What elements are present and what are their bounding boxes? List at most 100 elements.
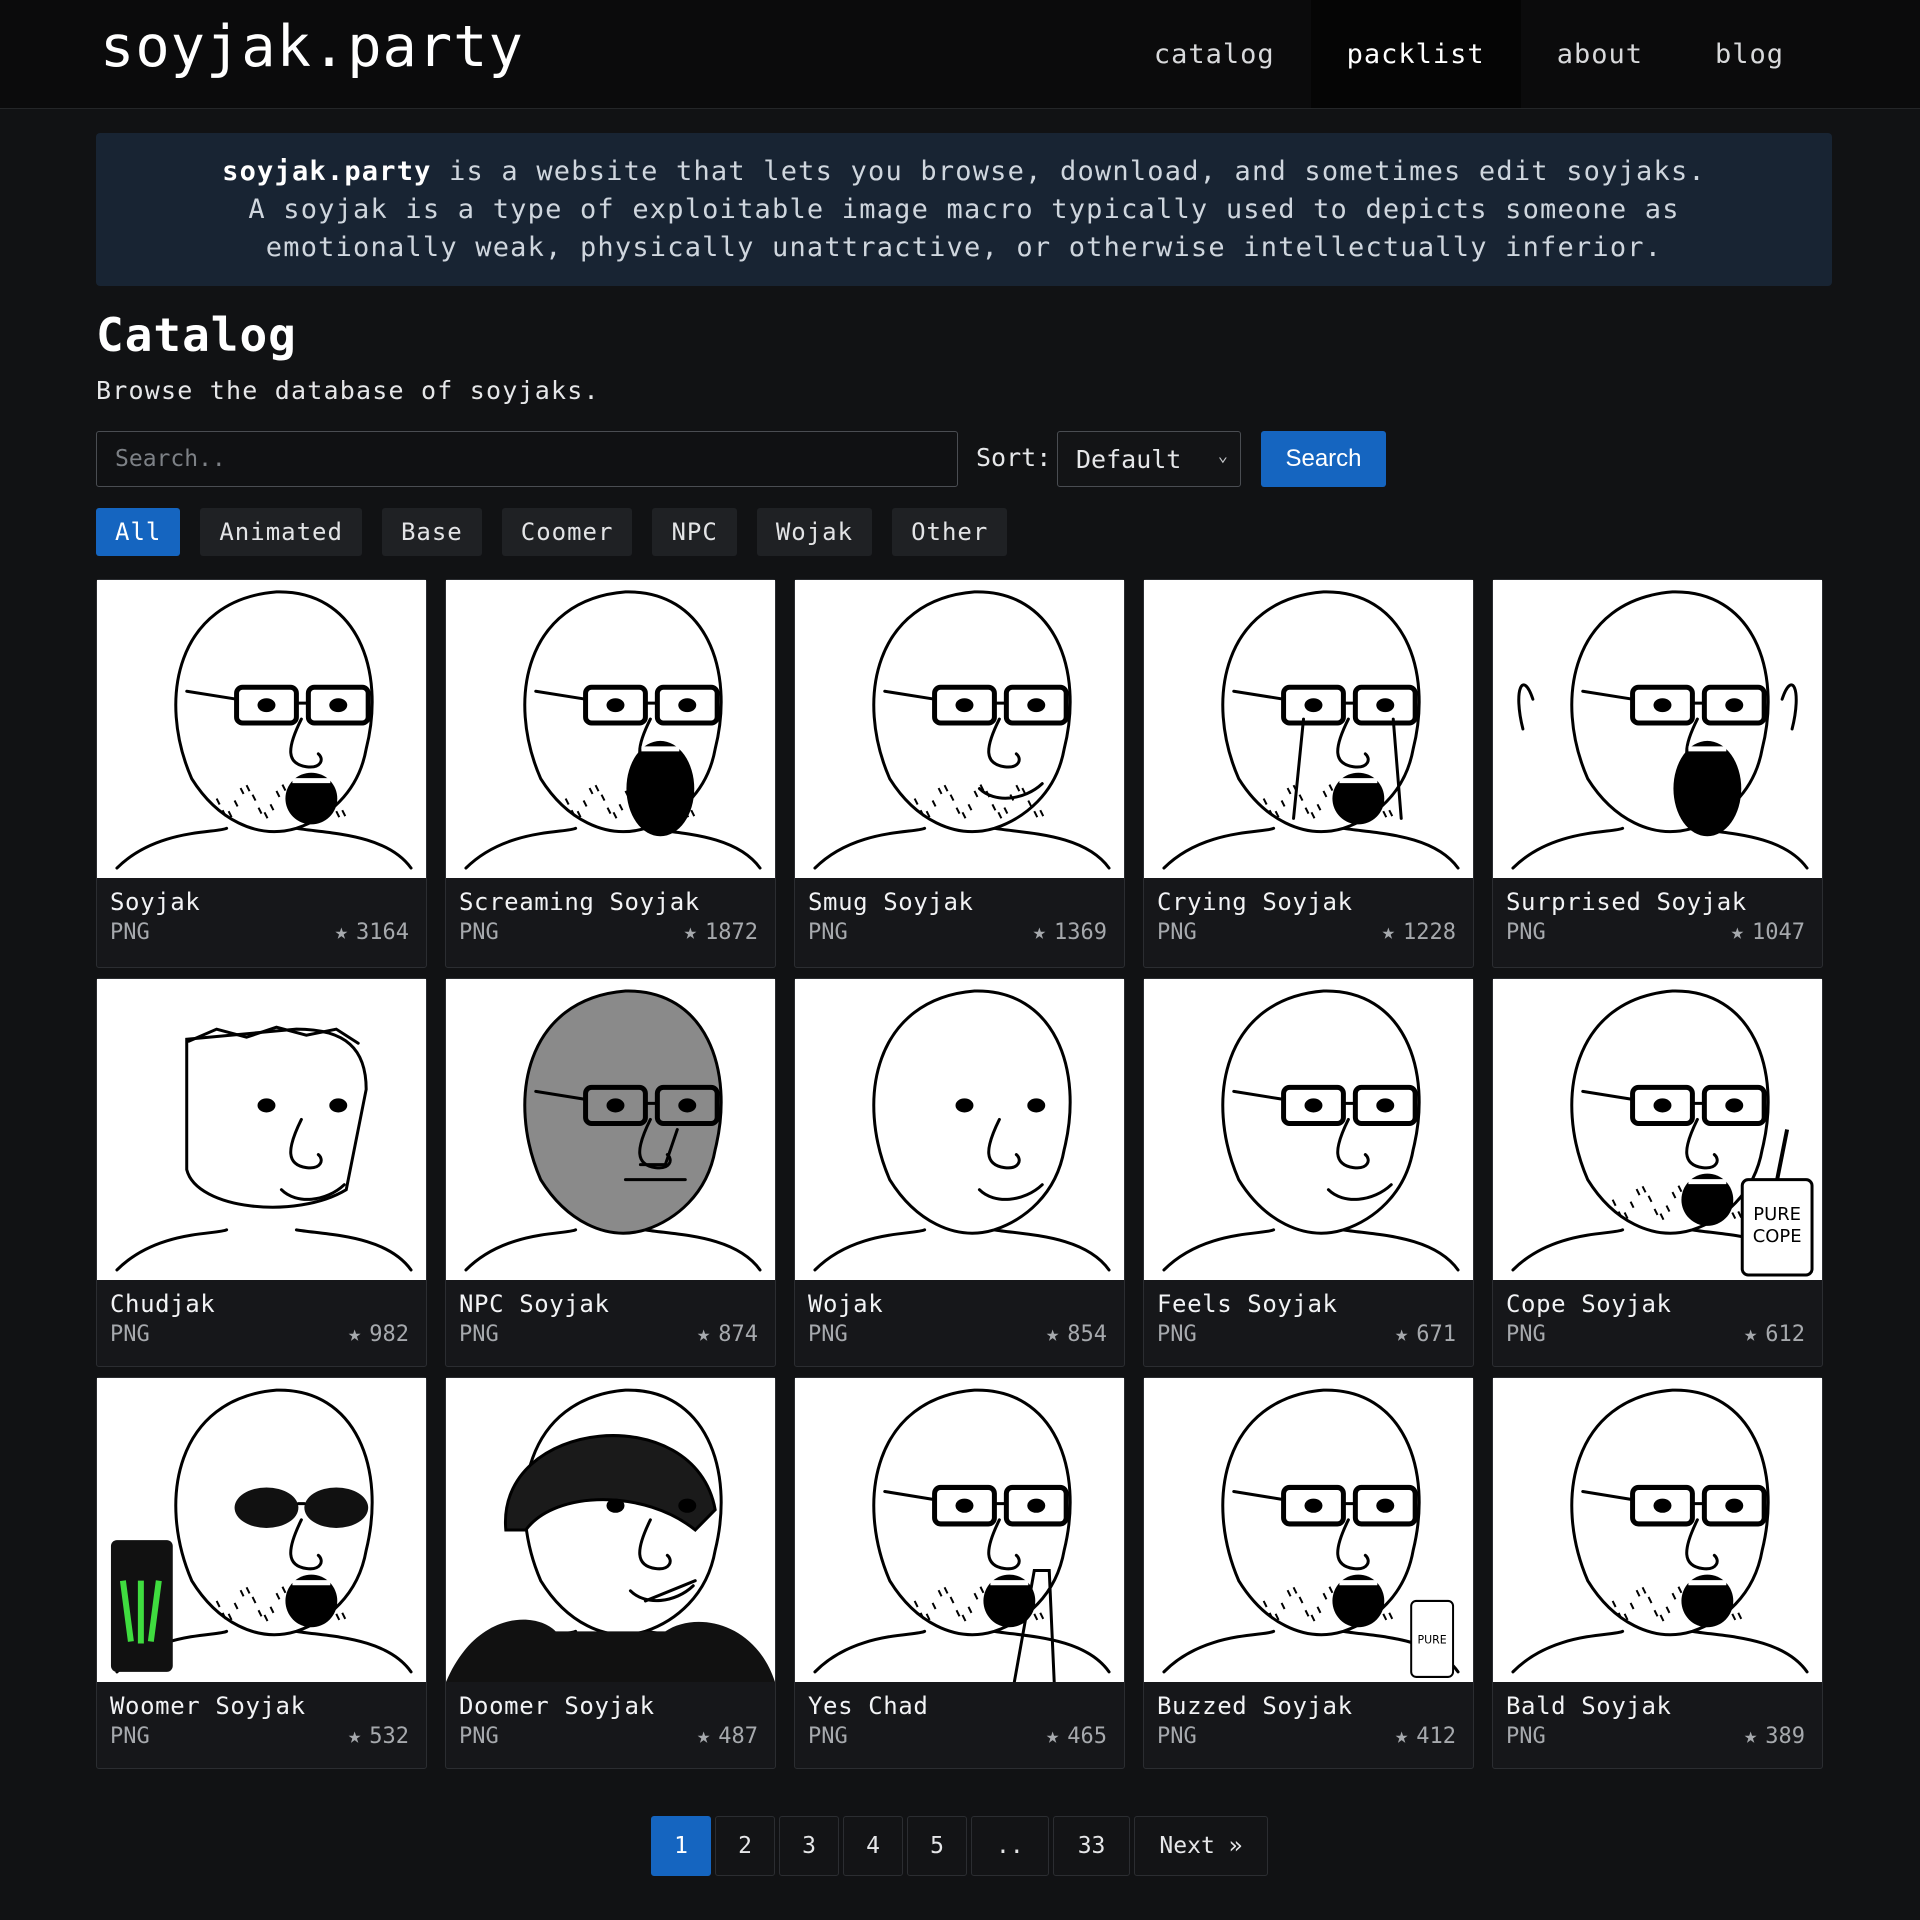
catalog-card[interactable]: Chudjak PNG ★ 982 <box>96 978 427 1367</box>
card-title[interactable]: Screaming Soyjak <box>459 888 700 916</box>
catalog-card[interactable]: NPC Soyjak PNG ★ 874 <box>445 978 776 1367</box>
star-icon: ★ <box>348 1322 362 1347</box>
filter-wojak[interactable]: Wojak <box>756 508 873 556</box>
soyjak-thumbnail-image[interactable] <box>1144 580 1473 878</box>
soyjak-thumbnail-image[interactable] <box>97 580 426 878</box>
chevron-down-icon: ⌄ <box>1217 446 1228 466</box>
svg-text:PURE: PURE <box>1753 1204 1801 1225</box>
star-icon: ★ <box>697 1724 711 1749</box>
soyjak-thumbnail-image[interactable] <box>795 1378 1124 1682</box>
catalog-card[interactable]: Wojak PNG ★ 854 <box>794 978 1125 1367</box>
card-title[interactable]: Soyjak <box>110 888 200 916</box>
card-star-count: ★ 1369 <box>1033 920 1107 945</box>
sort-selected-value: Default <box>1076 444 1182 474</box>
card-file-type: PNG <box>459 1724 499 1749</box>
soyjak-thumbnail-image[interactable] <box>795 979 1124 1280</box>
catalog-card[interactable]: PURE Buzzed Soyjak PNG ★ 412 <box>1143 1377 1474 1769</box>
soyjak-thumbnail-image[interactable] <box>446 580 775 878</box>
description-line-2: A soyjak is a type of exploitable image … <box>248 193 1680 225</box>
catalog-card[interactable]: Doomer Soyjak PNG ★ 487 <box>445 1377 776 1769</box>
card-title[interactable]: Feels Soyjak <box>1157 1290 1338 1318</box>
nav-blog[interactable]: blog <box>1679 0 1820 108</box>
sort-select[interactable]: Default ⌄ <box>1057 431 1241 487</box>
page-3-button[interactable]: 3 <box>779 1816 839 1876</box>
svg-text:COPE: COPE <box>1753 1226 1802 1247</box>
catalog-card[interactable]: Smug Soyjak PNG ★ 1369 <box>794 579 1125 968</box>
soyjak-drawing: PURE <box>1144 1378 1473 1682</box>
card-star-count: ★ 1047 <box>1731 920 1805 945</box>
soyjak-thumbnail-image[interactable] <box>1493 580 1822 878</box>
card-title[interactable]: Crying Soyjak <box>1157 888 1353 916</box>
soyjak-thumbnail-image[interactable] <box>1144 979 1473 1280</box>
filter-npc[interactable]: NPC <box>652 508 737 556</box>
page-2-button[interactable]: 2 <box>715 1816 775 1876</box>
site-logo-link[interactable]: soyjak.party <box>100 14 524 80</box>
star-count-value: 487 <box>718 1724 758 1749</box>
card-title[interactable]: Buzzed Soyjak <box>1157 1692 1353 1720</box>
next-page-button[interactable]: Next » <box>1134 1816 1268 1876</box>
search-input[interactable] <box>96 431 958 487</box>
card-title[interactable]: NPC Soyjak <box>459 1290 610 1318</box>
page-1-button[interactable]: 1 <box>651 1816 711 1876</box>
catalog-card[interactable]: Screaming Soyjak PNG ★ 1872 <box>445 579 776 968</box>
description-brand: soyjak.party <box>222 155 432 187</box>
soyjak-drawing <box>446 1378 775 1682</box>
soyjak-thumbnail-image[interactable] <box>1493 1378 1822 1682</box>
catalog-card[interactable]: Woomer Soyjak PNG ★ 532 <box>96 1377 427 1769</box>
catalog-card[interactable]: PURE COPE Cope Soyjak PNG ★ 612 <box>1492 978 1823 1367</box>
star-icon: ★ <box>348 1724 362 1749</box>
star-count-value: 532 <box>369 1724 409 1749</box>
star-icon: ★ <box>1046 1322 1060 1347</box>
search-button[interactable]: Search <box>1261 431 1386 487</box>
nav-about[interactable]: about <box>1521 0 1679 108</box>
card-title[interactable]: Bald Soyjak <box>1506 1692 1672 1720</box>
filter-animated[interactable]: Animated <box>200 508 362 556</box>
filter-base[interactable]: Base <box>381 508 482 556</box>
star-count-value: 412 <box>1416 1724 1456 1749</box>
card-title[interactable]: Wojak <box>808 1290 883 1318</box>
filter-coomer[interactable]: Coomer <box>501 508 633 556</box>
card-file-type: PNG <box>1506 1322 1546 1347</box>
soyjak-thumbnail-image[interactable] <box>97 979 426 1280</box>
catalog-card[interactable]: Yes Chad PNG ★ 465 <box>794 1377 1125 1769</box>
card-file-type: PNG <box>808 1322 848 1347</box>
catalog-card[interactable]: Feels Soyjak PNG ★ 671 <box>1143 978 1474 1367</box>
card-title[interactable]: Cope Soyjak <box>1506 1290 1672 1318</box>
catalog-card[interactable]: Crying Soyjak PNG ★ 1228 <box>1143 579 1474 968</box>
star-icon: ★ <box>1381 920 1396 945</box>
star-count-value: 389 <box>1765 1724 1805 1749</box>
star-count-value: 671 <box>1416 1322 1456 1347</box>
soyjak-thumbnail-image[interactable]: PURE <box>1144 1378 1473 1682</box>
card-title[interactable]: Surprised Soyjak <box>1506 888 1747 916</box>
nav-catalog[interactable]: catalog <box>1118 0 1311 108</box>
card-title[interactable]: Doomer Soyjak <box>459 1692 655 1720</box>
soyjak-thumbnail-image[interactable] <box>795 580 1124 878</box>
star-count-value: 1872 <box>705 920 758 945</box>
star-count-value: 612 <box>1765 1322 1805 1347</box>
star-icon: ★ <box>1395 1724 1409 1749</box>
page-33-button[interactable]: 33 <box>1052 1816 1131 1876</box>
card-file-type: PNG <box>459 920 499 945</box>
soyjak-thumbnail-image[interactable] <box>446 1378 775 1682</box>
page-4-button[interactable]: 4 <box>843 1816 903 1876</box>
page-5-button[interactable]: 5 <box>907 1816 967 1876</box>
catalog-card[interactable]: Surprised Soyjak PNG ★ 1047 <box>1492 579 1823 968</box>
soyjak-thumbnail-image[interactable] <box>446 979 775 1280</box>
card-star-count: ★ 532 <box>348 1724 409 1749</box>
card-title[interactable]: Chudjak <box>110 1290 215 1318</box>
card-title[interactable]: Yes Chad <box>808 1692 928 1720</box>
catalog-card[interactable]: Soyjak PNG ★ 3164 <box>96 579 427 968</box>
card-title[interactable]: Woomer Soyjak <box>110 1692 306 1720</box>
page-ellipsis[interactable]: .. <box>971 1816 1049 1876</box>
card-file-type: PNG <box>1157 1724 1197 1749</box>
soyjak-drawing <box>1493 580 1822 878</box>
nav-packlist[interactable]: packlist <box>1310 0 1521 108</box>
filter-all[interactable]: All <box>96 508 181 556</box>
card-title[interactable]: Smug Soyjak <box>808 888 974 916</box>
card-star-count: ★ 412 <box>1395 1724 1456 1749</box>
soyjak-thumbnail-image[interactable]: PURE COPE <box>1493 979 1822 1280</box>
soyjak-thumbnail-image[interactable] <box>97 1378 426 1682</box>
catalog-card[interactable]: Bald Soyjak PNG ★ 389 <box>1492 1377 1823 1769</box>
filter-other[interactable]: Other <box>892 508 1008 556</box>
top-navbar: soyjak.party catalog packlist about blog <box>0 0 1920 109</box>
